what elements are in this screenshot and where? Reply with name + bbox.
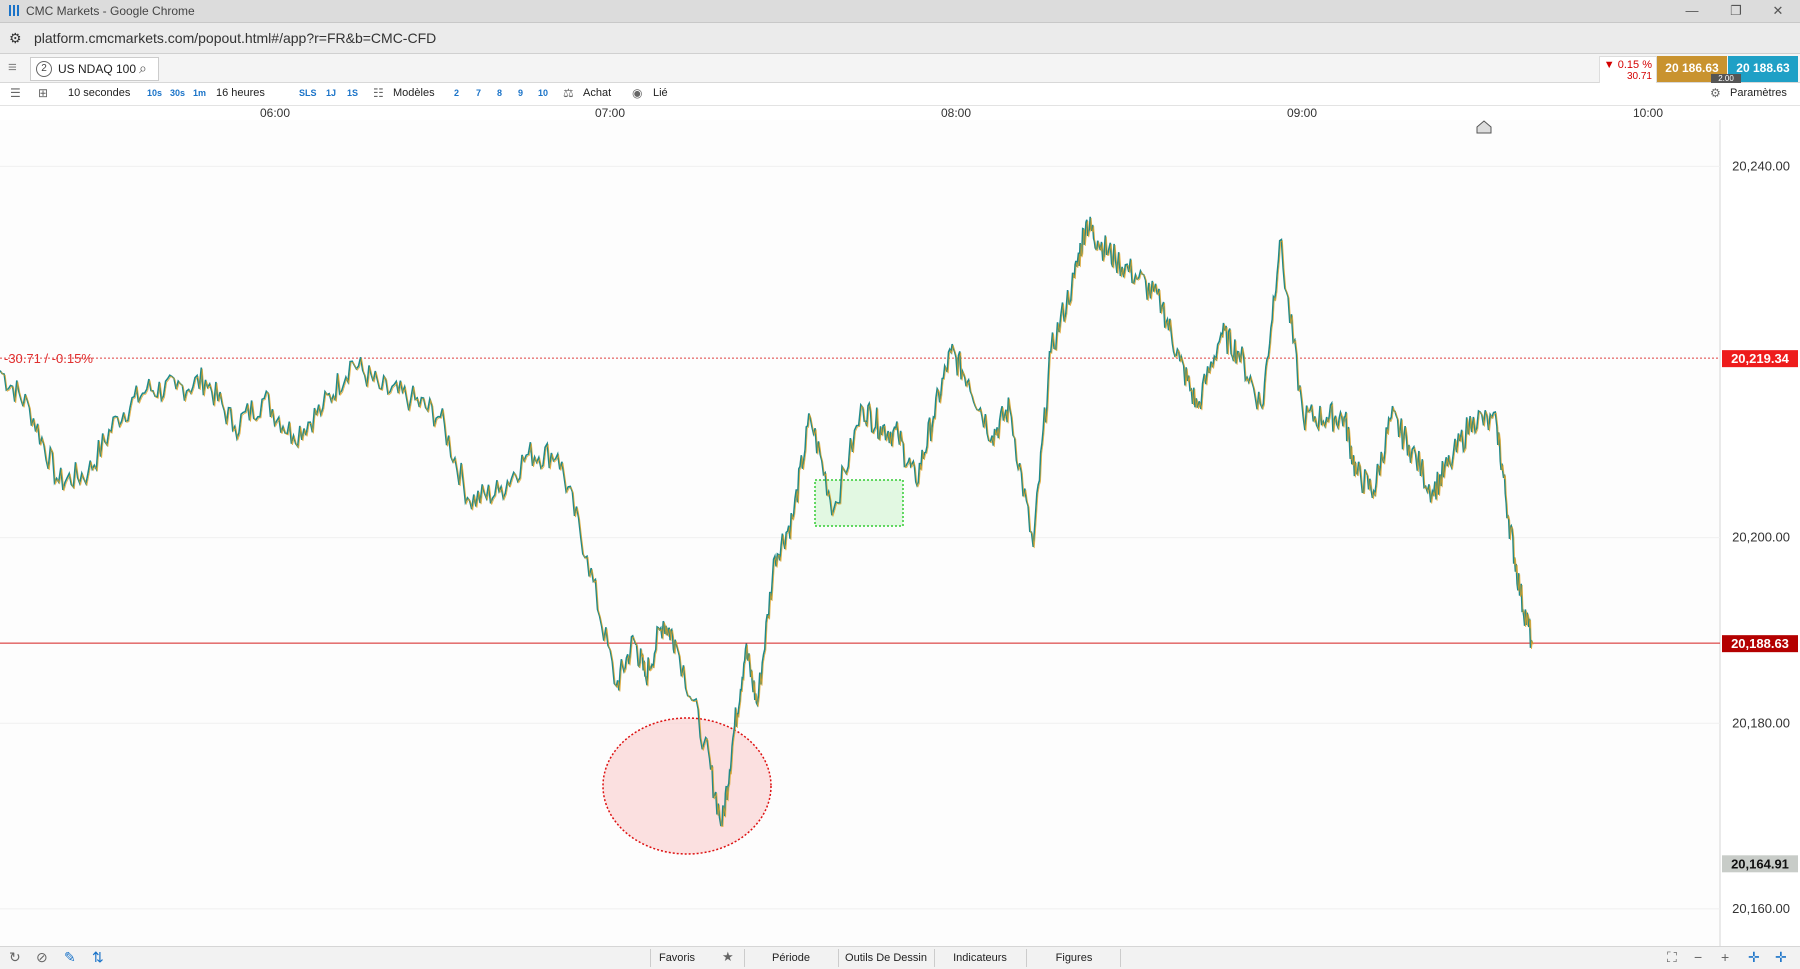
change-absolute: 30.71 [1626, 71, 1652, 82]
site-info-icon[interactable]: ⚙ [9, 30, 22, 47]
interval-1m[interactable]: 1m [193, 88, 206, 98]
red-ellipse-drawing[interactable] [602, 717, 772, 855]
gear-icon[interactable]: ⚙ [1710, 86, 1721, 100]
menu-icon[interactable]: ≡ [8, 59, 17, 76]
price-tick-label: 20,240.00 [1732, 158, 1790, 173]
chart-toolbar: ☰ ⊞ 10 secondes 10s 30s 1m 16 heures SLS… [0, 83, 1800, 106]
tab-drawing-tools[interactable]: Outils De Dessin [840, 950, 932, 966]
instrument-selector[interactable]: 2 US NDAQ 100 ⌕ [30, 57, 159, 81]
time-tick: 09:00 [1286, 106, 1318, 120]
search-icon[interactable]: ⌕ [139, 60, 147, 77]
quick-period-7[interactable]: 7 [476, 88, 481, 98]
price-tick-label: 20,160.00 [1732, 901, 1790, 916]
green-rectangle-drawing[interactable] [814, 479, 904, 527]
browser-title-bar: CMC Markets - Google Chrome — ❐ ✕ [0, 0, 1800, 23]
time-axis: 06:00 07:00 08:00 09:00 10:00 [0, 106, 1800, 121]
link-button[interactable]: Lié [653, 87, 668, 99]
separator [838, 949, 839, 967]
plot-area[interactable] [0, 120, 1720, 946]
address-bar: ⚙ platform.cmcmarkets.com/popout.html#/a… [0, 23, 1800, 54]
buy-scale-icon[interactable]: ⚖ [563, 86, 574, 100]
eye-icon[interactable]: ◉ [632, 86, 642, 100]
list-icon[interactable]: ☰ [10, 86, 21, 100]
time-tick: 07:00 [594, 106, 626, 120]
interval-30s[interactable]: 30s [170, 88, 185, 98]
low-price-label: 20,164.91 [1731, 856, 1789, 871]
block-icon[interactable]: ⊘ [36, 949, 48, 966]
quick-period-8[interactable]: 8 [497, 88, 502, 98]
window-title: CMC Markets - Google Chrome [26, 4, 195, 18]
price-chart[interactable]: 20,240.00 20,200.00 20,180.00 20,160.00 -30… [0, 120, 1800, 946]
change-box: ▼ 0.15 % 30.71 [1599, 56, 1657, 84]
fit-horizontal-icon[interactable]: ✛ [1748, 949, 1760, 966]
layout-icon[interactable]: ⊞ [38, 86, 48, 100]
bottom-toolbar: ↻ ⊘ ✎ ⇅ Favoris ★ Période Outils De Dess… [0, 946, 1800, 969]
pencil-icon[interactable]: ✎ [64, 949, 76, 966]
instrument-bar: ≡ 2 US NDAQ 100 ⌕ ▼ 0.15 % 30.71 20 186.… [0, 54, 1800, 84]
separator [1026, 949, 1027, 967]
crosshair-move-icon[interactable]: ⛶ [1667, 949, 1677, 966]
one-day-button[interactable]: 1J [326, 88, 336, 98]
range-selector[interactable]: 16 heures [216, 87, 265, 99]
instrument-name: US NDAQ 100 [58, 62, 137, 76]
instrument-number: 2 [36, 61, 52, 77]
close-icon[interactable]: ✕ [1758, 2, 1798, 20]
minimize-icon[interactable]: — [1672, 2, 1712, 20]
time-tick: 06:00 [259, 106, 291, 120]
tab-figures[interactable]: Figures [1028, 950, 1120, 966]
refresh-icon[interactable]: ↻ [9, 949, 21, 966]
buy-button[interactable]: Achat [583, 87, 611, 99]
current-price-label: 20,188.63 [1731, 636, 1789, 651]
models-button[interactable]: Modèles [393, 87, 435, 99]
models-icon[interactable]: ☷ [373, 86, 384, 100]
tab-favorites[interactable]: Favoris [652, 950, 702, 966]
separator [650, 949, 651, 967]
separator [934, 949, 935, 967]
interval-10s[interactable]: 10s [147, 88, 162, 98]
fit-vertical-icon[interactable]: ✛ [1775, 949, 1787, 966]
separator [744, 949, 745, 967]
price-tick-label: 20,200.00 [1732, 530, 1790, 545]
zoom-in-icon[interactable]: + [1721, 949, 1729, 965]
price-tick-label: 20,180.00 [1732, 715, 1790, 730]
tab-indicators[interactable]: Indicateurs [936, 950, 1024, 966]
change-percent: ▼ 0.15 % [1603, 59, 1652, 71]
tab-period[interactable]: Période [746, 950, 836, 966]
star-icon[interactable]: ★ [722, 949, 734, 965]
arrows-icon[interactable]: ⇅ [92, 949, 104, 966]
settings-button[interactable]: Paramètres [1730, 87, 1787, 99]
cmc-app-icon [9, 5, 19, 16]
separator [1120, 949, 1121, 967]
zoom-out-icon[interactable]: − [1694, 949, 1702, 965]
prev-close-annotation: -30.71 / -0.15% [4, 351, 93, 366]
sls-button[interactable]: SLS [299, 88, 317, 98]
restore-icon[interactable]: ❐ [1716, 2, 1756, 20]
prev-close-label: 20,219.34 [1731, 351, 1790, 366]
interval-selector[interactable]: 10 secondes [68, 87, 130, 99]
url-text[interactable]: platform.cmcmarkets.com/popout.html#/app… [34, 30, 436, 46]
quick-period-2[interactable]: 2 [454, 88, 459, 98]
quick-period-10[interactable]: 10 [538, 88, 548, 98]
time-tick: 10:00 [1632, 106, 1664, 120]
time-tick: 08:00 [940, 106, 972, 120]
quick-period-9[interactable]: 9 [518, 88, 523, 98]
one-week-button[interactable]: 1S [347, 88, 358, 98]
